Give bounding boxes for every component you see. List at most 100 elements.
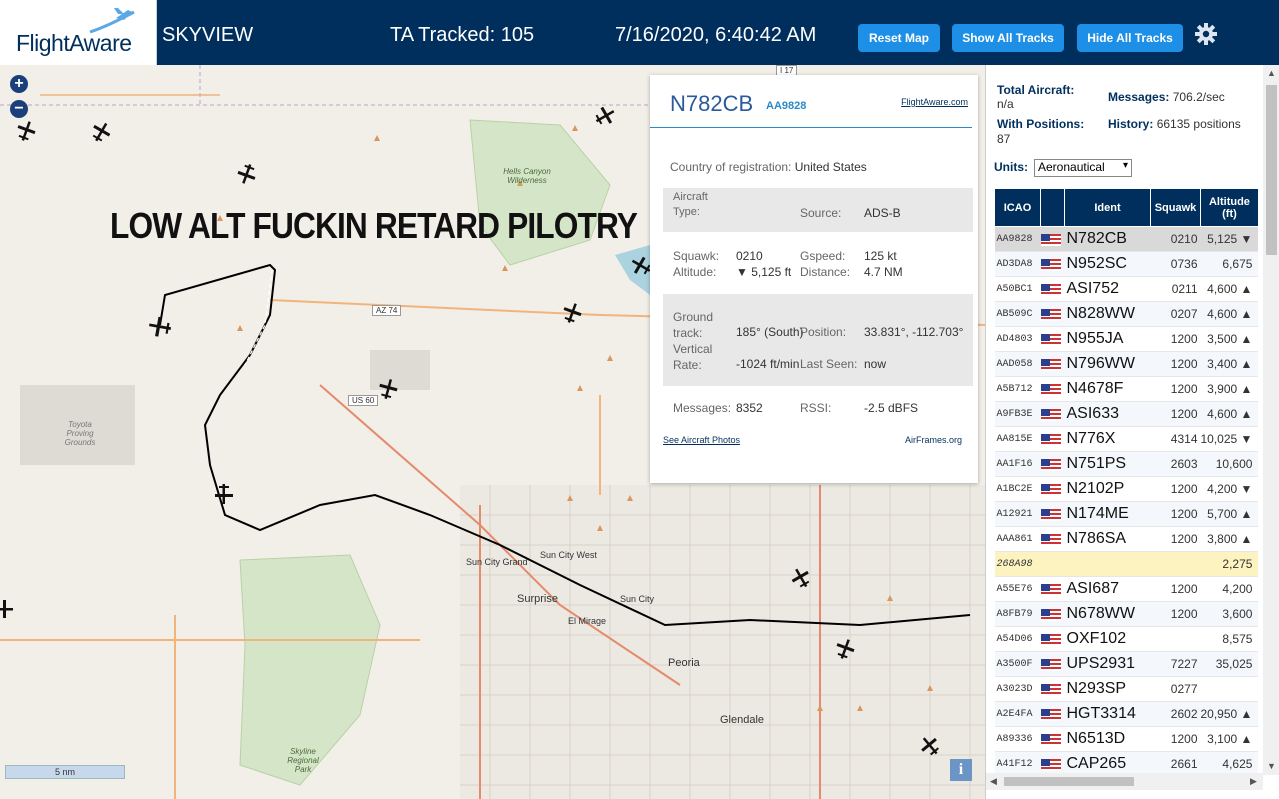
squawk-cell: [1150, 551, 1201, 577]
aircraft-plane-icon[interactable]: [630, 255, 652, 277]
us-flag-icon: [1040, 733, 1061, 746]
hide-all-tracks-button[interactable]: Hide All Tracks: [1077, 24, 1183, 52]
altitude-cell: 10,600: [1200, 451, 1259, 477]
squawk-cell: 2603: [1150, 451, 1201, 477]
ground-track-label: Ground track:: [673, 310, 714, 340]
table-row[interactable]: A8FB79 N678WW 1200 3,600: [994, 601, 1259, 627]
altitude-value: ▼ 5,125 ft: [736, 265, 792, 279]
altitude-cell: 8,575: [1200, 626, 1259, 652]
icao-cell: AA9828: [994, 226, 1041, 252]
airframes-link[interactable]: AirFrames.org: [905, 435, 962, 445]
flag-cell: [1040, 676, 1065, 702]
units-label: Units:: [994, 160, 1028, 174]
show-all-tracks-button[interactable]: Show All Tracks: [952, 24, 1064, 52]
tracked-count: TA Tracked: 105: [390, 24, 535, 46]
ident-cell: HGT3314: [1064, 701, 1151, 727]
scroll-down-icon[interactable]: ▼: [1267, 761, 1276, 771]
vertical-scroll-thumb[interactable]: [1266, 85, 1277, 255]
app-title: SKYVIEW: [162, 24, 254, 46]
aircraft-plane-icon[interactable]: [919, 735, 941, 757]
squawk-cell: 1200: [1150, 326, 1201, 352]
flag-cell: [1040, 251, 1065, 277]
ident-cell: ASI633: [1064, 401, 1151, 427]
altitude-cell: 35,025: [1200, 651, 1259, 677]
flag-cell: [1040, 376, 1065, 402]
table-row[interactable]: AB509C N828WW 0207 4,600 ▲: [994, 301, 1259, 327]
table-row[interactable]: A3500F UPS2931 7227 35,025: [994, 651, 1259, 677]
gspeed-label: Gspeed:: [800, 249, 846, 263]
table-row[interactable]: A2E4FA HGT3314 2602 20,950 ▲: [994, 701, 1259, 727]
table-row[interactable]: A5B712 N4678F 1200 3,900 ▲: [994, 376, 1259, 402]
icao-cell: A3500F: [994, 651, 1041, 677]
table-row[interactable]: A54D06 OXF102 8,575: [994, 626, 1259, 652]
flag-cell: [1040, 326, 1065, 352]
aircraft-plane-icon[interactable]: [377, 378, 399, 400]
table-row[interactable]: A12921 N174ME 1200 5,700 ▲: [994, 501, 1259, 527]
col-flag[interactable]: [1040, 188, 1065, 227]
col-icao[interactable]: ICAO: [994, 188, 1041, 227]
aircraft-plane-icon[interactable]: [790, 567, 812, 589]
table-row[interactable]: AA9828 N782CB 0210 5,125 ▼: [994, 226, 1259, 252]
table-row[interactable]: AA815E N776X 4314 10,025 ▼: [994, 426, 1259, 452]
flightaware-link[interactable]: FlightAware.com: [901, 97, 968, 107]
units-select[interactable]: Aeronautical ▾: [1034, 159, 1132, 177]
info-icon[interactable]: i: [950, 759, 972, 781]
scroll-up-icon[interactable]: ▲: [1267, 68, 1276, 78]
icao-cell: A89336: [994, 726, 1041, 752]
vertical-scrollbar[interactable]: ▲ ▼: [1263, 65, 1279, 775]
flag-cell: [1040, 451, 1065, 477]
us-flag-icon: [1040, 233, 1061, 246]
aircraft-plane-icon[interactable]: [594, 105, 616, 127]
table-row[interactable]: AD4803 N955JA 1200 3,500 ▲: [994, 326, 1259, 352]
flag-cell: [1040, 226, 1065, 252]
table-row[interactable]: AAD058 N796WW 1200 3,400 ▲: [994, 351, 1259, 377]
us-flag-icon: [1040, 533, 1061, 546]
table-row[interactable]: A9FB3E ASI633 1200 4,600 ▲: [994, 401, 1259, 427]
table-row[interactable]: A55E76 ASI687 1200 4,200: [994, 576, 1259, 602]
col-ident[interactable]: Ident: [1064, 188, 1151, 227]
aircraft-plane-icon[interactable]: [90, 121, 112, 143]
aircraft-plane-icon[interactable]: [15, 120, 37, 142]
us-flag-icon: [1040, 758, 1061, 771]
ident-cell: N293SP: [1064, 676, 1151, 702]
table-row[interactable]: AAA861 N786SA 1200 3,800 ▲: [994, 526, 1259, 552]
map-label-sun-city: Sun City: [620, 594, 655, 604]
with-positions-label: With Positions:: [997, 117, 1085, 131]
icao-cell: A5B712: [994, 376, 1041, 402]
altitude-cell: 4,200: [1200, 576, 1259, 602]
selected-aircraft-plane-icon[interactable]: [148, 315, 172, 339]
aircraft-plane-icon[interactable]: [561, 302, 583, 324]
aircraft-photos-link[interactable]: See Aircraft Photos: [663, 435, 740, 445]
aircraft-plane-icon[interactable]: [834, 638, 856, 660]
table-row[interactable]: A1BC2E N2102P 1200 4,200 ▼: [994, 476, 1259, 502]
col-squawk[interactable]: Squawk: [1150, 188, 1201, 227]
zoom-out-button[interactable]: −: [10, 100, 28, 118]
aircraft-plane-icon[interactable]: [213, 483, 235, 505]
table-row[interactable]: AD3DA8 N952SC 0736 6,675: [994, 251, 1259, 277]
map-label-hells-canyon: Hells Canyon Wilderness: [503, 167, 551, 185]
table-row[interactable]: A3023D N293SP 0277: [994, 676, 1259, 702]
aircraft-plane-icon[interactable]: [0, 598, 14, 620]
aircraft-table-body: AA9828 N782CB 0210 5,125 ▼ AD3DA8 N952SC 0736 6…: [994, 226, 1259, 777]
aircraft-plane-icon[interactable]: [236, 163, 258, 185]
us-flag-icon: [1040, 333, 1061, 346]
zoom-in-button[interactable]: +: [10, 75, 28, 93]
position-value: 33.831°, -112.703°: [864, 325, 964, 339]
horizontal-scrollbar[interactable]: ◀ ▶: [986, 773, 1263, 790]
gear-icon[interactable]: [1194, 22, 1218, 46]
flightaware-logo[interactable]: FlightAware: [0, 0, 157, 65]
table-row[interactable]: AA1F16 N751PS 2603 10,600: [994, 451, 1259, 477]
table-row[interactable]: 268A98 2,275: [994, 551, 1259, 577]
horizontal-scroll-thumb[interactable]: [1004, 777, 1134, 786]
reset-map-button[interactable]: Reset Map: [858, 24, 940, 52]
map-label-az74: AZ 74: [372, 305, 402, 316]
scroll-left-icon[interactable]: ◀: [990, 776, 997, 787]
altitude-cell: 3,900 ▲: [1200, 376, 1259, 402]
table-row[interactable]: A89336 N6513D 1200 3,100 ▲: [994, 726, 1259, 752]
popup-flight-link[interactable]: AA9828: [766, 100, 806, 112]
col-altitude[interactable]: Altitude (ft): [1200, 188, 1259, 227]
table-row[interactable]: A50BC1 ASI752 0211 4,600 ▲: [994, 276, 1259, 302]
scroll-right-icon[interactable]: ▶: [1250, 776, 1257, 787]
us-flag-icon: [1040, 308, 1061, 321]
source-value: ADS-B: [864, 206, 901, 220]
